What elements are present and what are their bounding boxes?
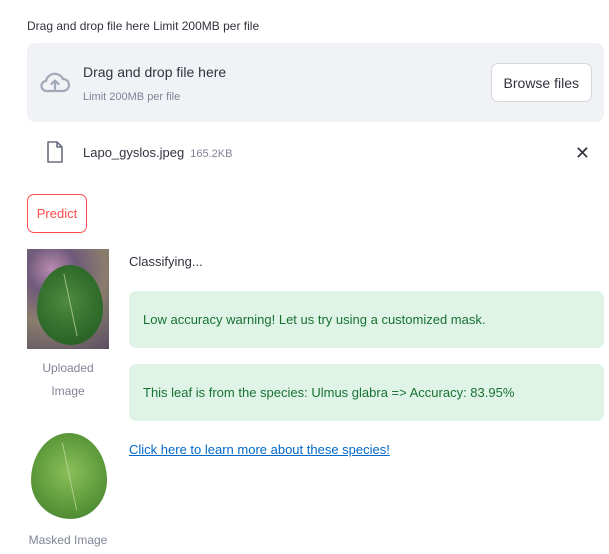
uploaded-image-caption: Uploaded Image [27,357,109,403]
file-icon [47,141,63,163]
status-text: Classifying... [129,254,203,269]
file-size: 165.2KB [190,148,233,160]
learn-more-link[interactable]: Click here to learn more about these spe… [129,442,390,457]
cloud-upload-icon [40,72,71,93]
file-name: Lapo_gyslos.jpeg [83,145,185,160]
prediction-alert: This leaf is from the species: Ulmus gla… [129,364,604,421]
leaf-shape [31,433,107,519]
masked-image-caption: Masked Image [28,533,108,547]
file-dropzone[interactable]: Drag and drop file here Limit 200MB per … [27,43,604,122]
warning-alert: Low accuracy warning! Let us try using a… [129,291,604,348]
dropzone-title: Drag and drop file here [83,64,227,80]
dropzone-subtitle: Limit 200MB per file [83,91,181,103]
uploader-label: Drag and drop file here Limit 200MB per … [27,19,260,33]
browse-files-button[interactable]: Browse files [490,63,592,102]
caption-line: Image [51,384,85,398]
leaf-shape [37,265,103,345]
uploaded-leaf-image [27,249,109,349]
predict-button[interactable]: Predict [27,194,87,233]
caption-line: Uploaded [42,361,94,375]
masked-leaf-image [27,421,109,521]
remove-file-close-icon[interactable]: ✕ [575,143,590,164]
uploaded-file-row: Lapo_gyslos.jpeg 165.2KB ✕ [27,137,604,169]
